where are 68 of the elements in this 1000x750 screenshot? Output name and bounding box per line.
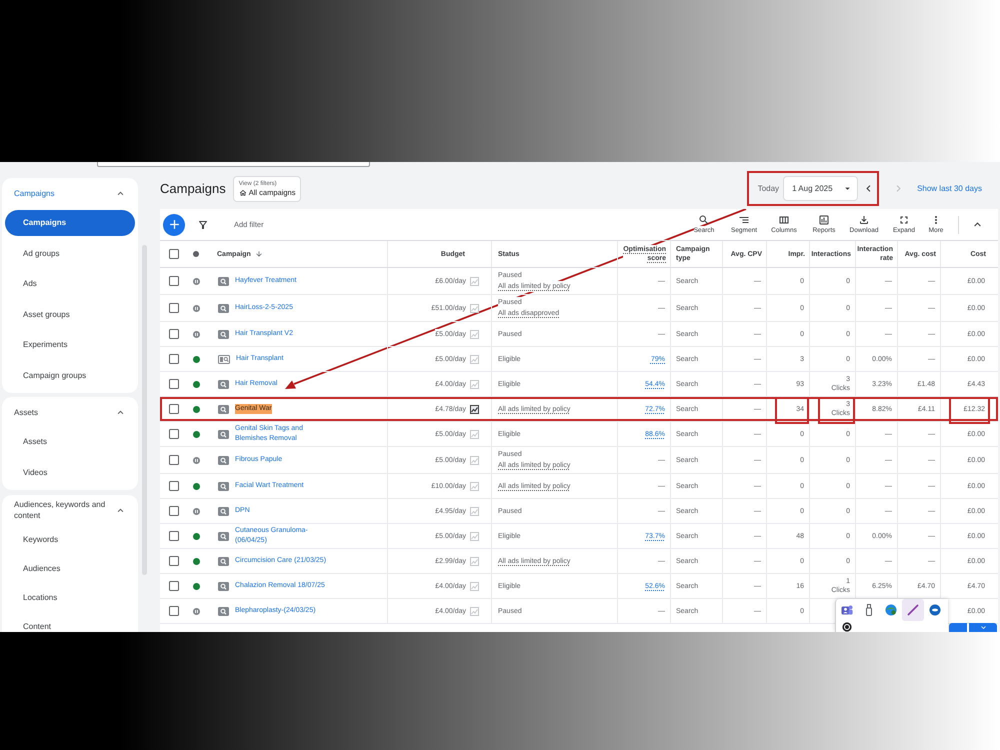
- date-dropdown[interactable]: 1 Aug 2025: [783, 176, 858, 201]
- search-field[interactable]: [97, 162, 370, 167]
- search-tile-icon: [218, 582, 229, 590]
- section-header[interactable]: Assets: [2, 397, 138, 427]
- globe-icon[interactable]: [885, 604, 897, 616]
- search-tile-icon: [218, 276, 229, 286]
- checkbox[interactable]: [168, 329, 178, 339]
- date-label: Today: [758, 182, 780, 194]
- nav-item[interactable]: Keywords: [5, 526, 135, 552]
- nav-item[interactable]: Assets: [5, 429, 135, 456]
- people-icon[interactable]: [841, 604, 853, 616]
- nav-item[interactable]: Campaign groups: [5, 362, 135, 389]
- status-header-icon: [193, 251, 199, 257]
- search-tile-icon: [218, 532, 229, 540]
- checkbox[interactable]: [168, 455, 178, 465]
- search-tile-icon: [218, 304, 229, 312]
- checkbox[interactable]: [168, 531, 178, 541]
- search-tile-icon: [218, 380, 229, 388]
- checkbox[interactable]: [168, 404, 178, 414]
- chart-icon[interactable]: [470, 404, 479, 414]
- nav-item[interactable]: Videos: [5, 460, 135, 486]
- bar-chart-icon: [818, 214, 830, 226]
- download-icon: [858, 214, 870, 226]
- search-tile-icon: [218, 456, 229, 464]
- pen-icon[interactable]: [902, 599, 924, 621]
- home-icon: [238, 188, 247, 196]
- checkbox[interactable]: [168, 506, 178, 516]
- checkbox[interactable]: [168, 556, 178, 566]
- filter-icon[interactable]: [197, 218, 209, 230]
- search-tile-icon: [218, 404, 229, 414]
- checkbox[interactable]: [168, 429, 178, 439]
- chevron-down-icon: [978, 623, 988, 632]
- add-button[interactable]: [163, 214, 185, 236]
- checkbox[interactable]: [168, 354, 178, 364]
- nav-item[interactable]: Locations: [5, 584, 135, 610]
- checkbox[interactable]: [168, 581, 178, 591]
- checkbox[interactable]: [168, 606, 178, 616]
- checkbox[interactable]: [168, 276, 178, 286]
- search-tile-icon: [218, 330, 229, 338]
- date-range-link[interactable]: Show last 30 days: [917, 182, 982, 194]
- section-header[interactable]: Campaigns: [2, 178, 138, 208]
- search-icon: [698, 214, 710, 226]
- search-tile-icon: [218, 506, 229, 516]
- search-tile-icon: [218, 430, 229, 438]
- nav-item[interactable]: Audiences: [5, 556, 135, 582]
- segment-lines-icon: [738, 214, 750, 226]
- nav-item[interactable]: Content: [5, 614, 135, 632]
- nav-item[interactable]: Experiments: [5, 332, 135, 358]
- search-tile-icon: [218, 606, 229, 616]
- nav-item[interactable]: Asset groups: [5, 302, 135, 328]
- nav-item[interactable]: Ads: [5, 271, 135, 298]
- image-search-icon: [218, 354, 230, 364]
- section-header[interactable]: Audiences, keywords and content: [2, 495, 138, 525]
- search-tile-icon: [218, 556, 229, 566]
- expand-corners-icon: [898, 214, 910, 226]
- nav-item[interactable]: Ad groups: [5, 240, 135, 267]
- page-title: Campaigns: [160, 180, 226, 198]
- checkbox[interactable]: [168, 379, 178, 389]
- columns-icon: [778, 214, 790, 226]
- sort-arrow-icon: [254, 250, 263, 258]
- ring-icon[interactable]: [841, 620, 853, 632]
- disc-icon[interactable]: [929, 604, 941, 616]
- nav-item[interactable]: Campaigns: [5, 210, 135, 236]
- checkbox[interactable]: [168, 481, 178, 491]
- checkbox[interactable]: [168, 303, 178, 313]
- usb-drive-icon[interactable]: [863, 604, 875, 616]
- search-tile-icon: [218, 482, 229, 490]
- checkbox[interactable]: [168, 249, 178, 259]
